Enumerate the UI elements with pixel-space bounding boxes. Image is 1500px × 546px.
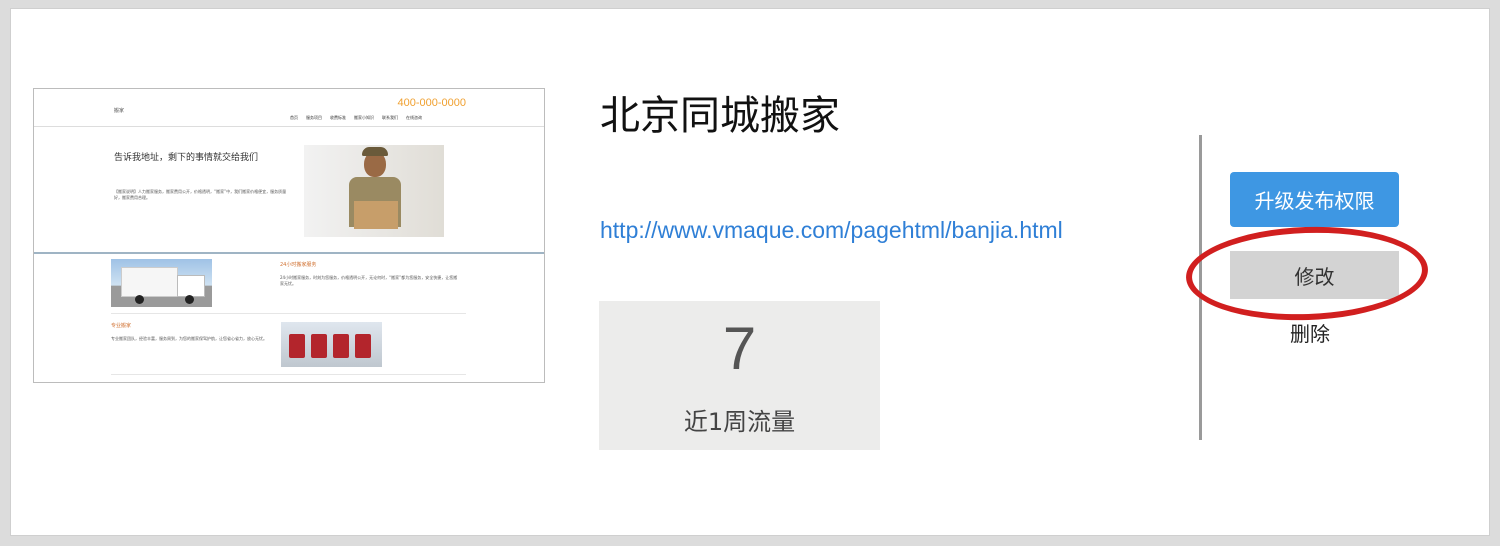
thumbnail-headline: 告诉我地址，剩下的事情就交给我们 (114, 153, 259, 163)
delete-button[interactable]: 删除 (1260, 315, 1360, 349)
thumbnail-nav-item: 收费标准 (330, 115, 346, 120)
thumbnail-header-rule (34, 126, 544, 127)
thumbnail-phone: 400-000-0000 (397, 97, 466, 109)
thumbnail-section2-title: 专业搬家 (111, 323, 132, 329)
edit-button[interactable]: 修改 (1230, 251, 1399, 299)
delivery-person-image (304, 145, 444, 237)
thumbnail-nav-item: 在线咨询 (406, 115, 422, 120)
thumbnail-nav-item: 联系我们 (382, 115, 398, 120)
thumbnail-nav-item: 首页 (290, 115, 298, 120)
page-thumbnail[interactable]: 搬家 400-000-0000 首页 服务项目 收费标准 搬家小知识 联系我们 … (33, 88, 545, 383)
thumbnail-nav-item: 服务项目 (306, 115, 322, 120)
traffic-label: 近1周流量 (683, 408, 796, 436)
thumbnail-section1-title: 24小时搬家服务 (280, 262, 317, 268)
fleet-image (281, 322, 382, 367)
upgrade-permission-button[interactable]: 升级发布权限 (1230, 172, 1399, 227)
thumbnail-logo: 搬家 (114, 108, 125, 114)
thumbnail-paragraph: 【搬家说明】人力搬家服务，搬家费用公开，价格透明，“搬家”中，我们搬家价格便宜，… (114, 189, 287, 200)
thumbnail-rule (111, 313, 466, 314)
thumbnail-rule (111, 374, 466, 375)
traffic-count: 7 (722, 315, 757, 382)
thumbnail-nav-item: 搬家小知识 (354, 115, 374, 120)
traffic-stat: 7 近1周流量 (599, 301, 880, 450)
vertical-divider (1199, 135, 1202, 440)
truck-image (111, 259, 212, 307)
thumbnail-divider (34, 252, 544, 254)
thumbnail-section2-text: 专业搬家团队，经验丰富，服务周到，为您的搬家保驾护航，让您省心省力，放心无忧。 (111, 336, 267, 341)
thumbnail-nav: 首页 服务项目 收费标准 搬家小知识 联系我们 在线咨询 (290, 115, 422, 121)
page-url-link[interactable]: http://www.vmaque.com/pagehtml/banjia.ht… (600, 215, 1063, 245)
page-title: 北京同城搬家 (600, 93, 840, 139)
thumbnail-section1-text: 24小时搬家服务，时刻为您服务，价格透明公开，无论何时，“搬家”都为您服务，安全… (280, 275, 458, 286)
